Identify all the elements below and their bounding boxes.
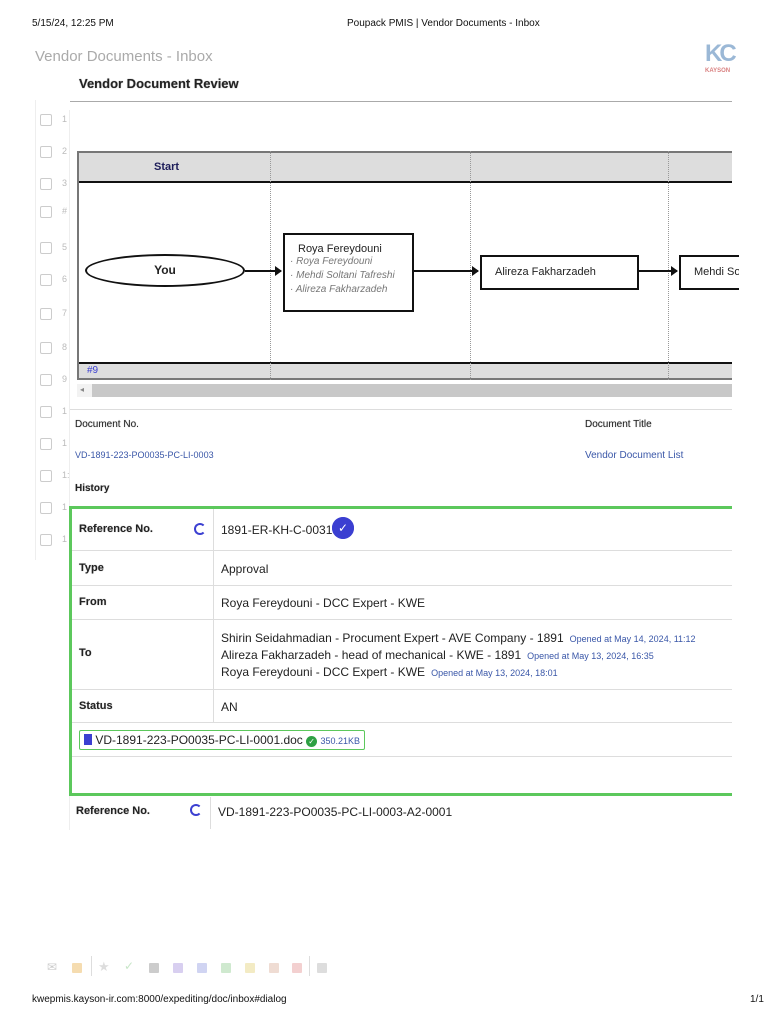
- ref-value: 1891-ER-KH-C-0031: [221, 523, 333, 537]
- row-checkbox[interactable]: [40, 438, 52, 450]
- row-number: 1: [62, 406, 68, 416]
- row-checkbox[interactable]: [40, 274, 52, 286]
- row-number: 1: [62, 114, 68, 124]
- row-checkbox[interactable]: [40, 342, 52, 354]
- opened-time: Opened at May 13, 2024, 16:35: [527, 651, 654, 661]
- recipient: Roya Fereydouni - DCC Expert - KWE Opened…: [221, 665, 558, 679]
- row-checkbox[interactable]: [40, 114, 52, 126]
- row-checkbox[interactable]: [40, 146, 52, 158]
- row-number: 9: [62, 374, 68, 384]
- document-title-label: Document Title: [585, 419, 652, 430]
- row-number: #: [62, 206, 68, 216]
- node-member: · Alireza Fakharzadeh: [290, 284, 388, 295]
- row-number: 8: [62, 342, 68, 352]
- from-label: From: [79, 596, 107, 608]
- print-url: kwepmis.kayson-ir.com:8000/expediting/do…: [32, 994, 287, 1005]
- to-label: To: [79, 647, 92, 659]
- next-ref-value: VD-1891-223-PO0035-PC-LI-0003-A2-0001: [218, 805, 453, 819]
- word-file-icon: [84, 734, 92, 745]
- star-icon[interactable]: ★: [98, 959, 110, 975]
- recipient: Alireza Fakharzadeh - head of mechanical…: [221, 648, 654, 662]
- history-label: History: [75, 483, 110, 494]
- ref-label: Reference No.: [79, 523, 153, 535]
- row-checkbox[interactable]: [40, 374, 52, 386]
- row-number: 6: [62, 274, 68, 284]
- loading-icon: [190, 804, 202, 816]
- type-label: Type: [79, 562, 104, 574]
- attachment-chip[interactable]: VD-1891-223-PO0035-PC-LI-0001.doc ✓ 350.…: [79, 730, 366, 750]
- archive-icon[interactable]: [317, 963, 327, 973]
- workflow-node-3[interactable]: Mehdi So: [679, 255, 739, 290]
- row-checkbox[interactable]: [40, 406, 52, 418]
- diagram-scrollbar[interactable]: ◂: [77, 384, 732, 397]
- from-value: Roya Fereydouni - DCC Expert - KWE: [221, 596, 426, 610]
- check-icon[interactable]: ✓: [124, 959, 134, 973]
- row-number: 1: [62, 438, 68, 448]
- row-checkbox[interactable]: [40, 178, 52, 190]
- status-value: AN: [221, 700, 238, 714]
- workflow-node-1[interactable]: Roya Fereydouni · Roya Fereydouni · Mehdi…: [283, 233, 414, 312]
- row-number: 1: [62, 502, 68, 512]
- opened-time: Opened at May 14, 2024, 11:12: [569, 634, 696, 644]
- open-envelope-icon[interactable]: ✉: [47, 960, 57, 974]
- label-red-icon[interactable]: [292, 963, 302, 973]
- label-green-icon[interactable]: [221, 963, 231, 973]
- check-circle-icon: ✓: [306, 736, 318, 747]
- node-member: · Roya Fereydouni: [290, 256, 373, 267]
- row-number: 1: [62, 534, 68, 544]
- document-no-label: Document No.: [75, 419, 139, 430]
- label-purple-icon[interactable]: [173, 963, 183, 973]
- lane-header-start: Start: [154, 161, 180, 173]
- scroll-left-icon[interactable]: ◂: [80, 385, 84, 394]
- dialog-title: Vendor Document Review: [79, 76, 239, 91]
- document-no-link[interactable]: VD-1891-223-PO0035-PC-LI-0003: [75, 450, 214, 460]
- print-title: Poupack PMIS | Vendor Documents - Inbox: [347, 18, 540, 29]
- lane-footer: #9: [87, 365, 99, 376]
- node-title: Roya Fereydouni: [298, 243, 382, 255]
- node-member: · Mehdi Soltani Tafreshi: [290, 270, 395, 281]
- label-blue-icon[interactable]: [197, 963, 207, 973]
- kayson-logo: KC KAYSON: [705, 40, 737, 74]
- label-brown-icon[interactable]: [269, 963, 279, 973]
- label-gray-icon[interactable]: [149, 963, 159, 973]
- envelope-icon[interactable]: [72, 963, 82, 973]
- row-number: 7: [62, 308, 68, 318]
- row-number: 2: [62, 146, 68, 156]
- opened-time: Opened at May 13, 2024, 18:01: [431, 668, 558, 678]
- type-value: Approval: [221, 562, 269, 576]
- row-checkbox[interactable]: [40, 206, 52, 218]
- row-checkbox[interactable]: [40, 470, 52, 482]
- page-title: Vendor Documents - Inbox: [35, 48, 213, 65]
- row-number: 5: [62, 242, 68, 252]
- start-node-you[interactable]: You: [85, 254, 245, 287]
- row-checkbox[interactable]: [40, 308, 52, 320]
- list-border: [35, 100, 36, 560]
- recipient: Shirin Seidahmadian - Procument Expert -…: [221, 631, 696, 645]
- row-number: 3: [62, 178, 68, 188]
- row-checkbox[interactable]: [40, 242, 52, 254]
- row-checkbox[interactable]: [40, 502, 52, 514]
- verified-badge-icon: ✓: [332, 517, 354, 539]
- attachment-size: 350.21KB: [320, 736, 361, 746]
- status-label: Status: [79, 700, 113, 712]
- print-datetime: 5/15/24, 12:25 PM: [32, 18, 114, 29]
- print-page: 1/1: [750, 994, 764, 1005]
- label-yellow-icon[interactable]: [245, 963, 255, 973]
- loading-icon: [194, 523, 206, 535]
- attachment-name: VD-1891-223-PO0035-PC-LI-0001.doc: [95, 733, 303, 747]
- document-title-link[interactable]: Vendor Document List: [585, 450, 683, 461]
- next-ref-label: Reference No.: [76, 805, 150, 817]
- workflow-node-2[interactable]: Alireza Fakharzadeh: [480, 255, 639, 290]
- row-checkbox[interactable]: [40, 534, 52, 546]
